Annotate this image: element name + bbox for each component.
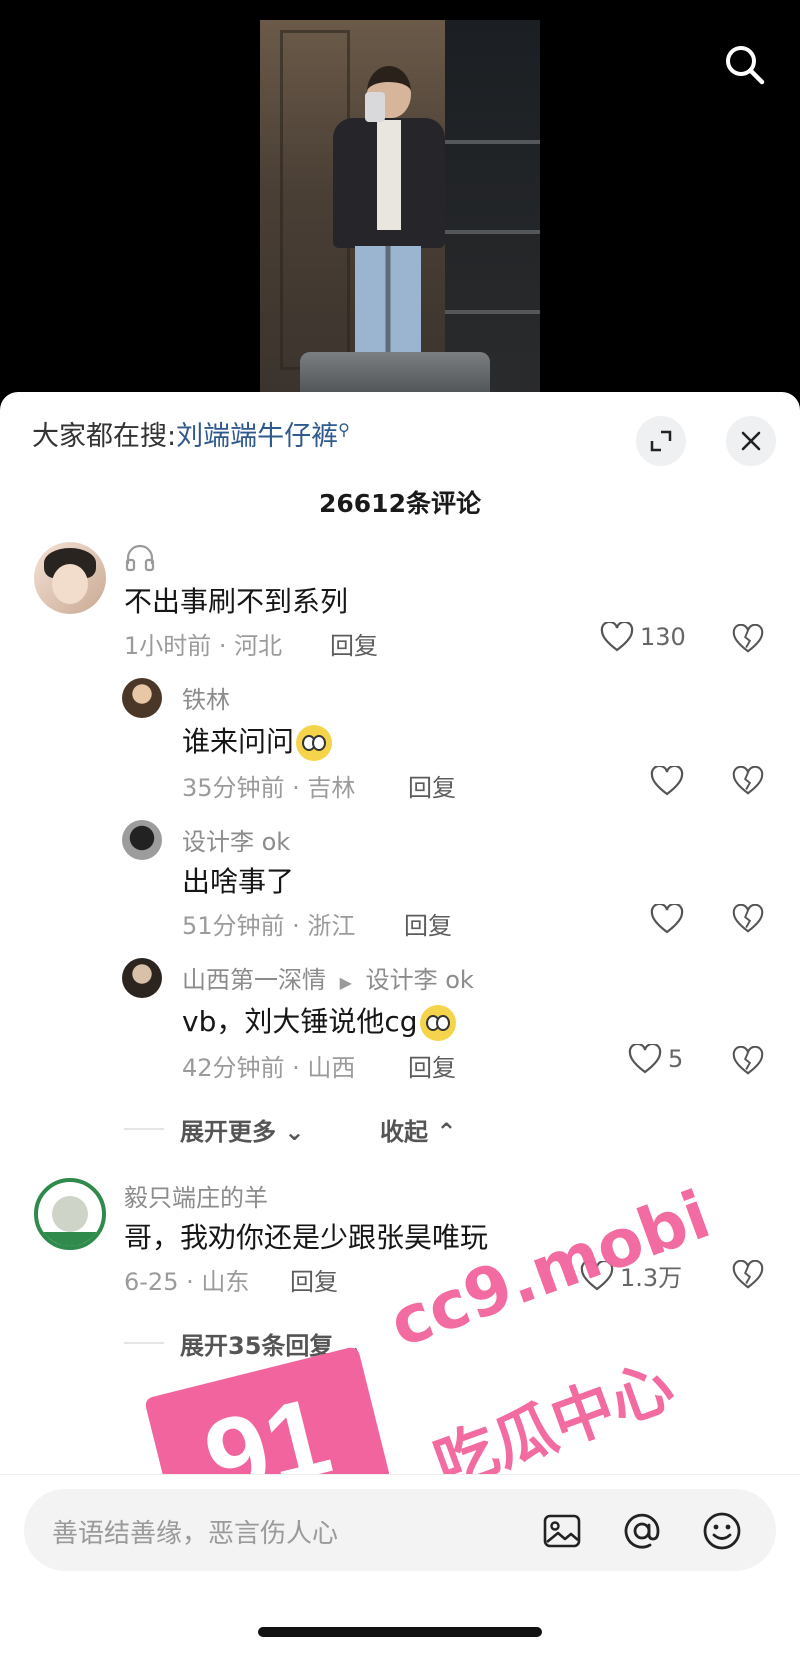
reply-item: 山西第一深情 ▶ 设计李 ok vb，刘大锤说他cg 42分钟前 · 山西 回复… [0, 952, 800, 1092]
reply-text: 出啥事了 [182, 865, 295, 898]
broken-heart-icon[interactable] [732, 1046, 764, 1076]
expand-sheet-button[interactable] [636, 416, 686, 466]
comment-item: 不出事刷不到系列 1小时前 · 河北 回复 130 铁林 谁来问问 35分钟前 … [0, 542, 800, 972]
close-button[interactable] [726, 416, 776, 466]
reply-username[interactable]: 铁林 [182, 680, 230, 715]
avatar[interactable] [122, 958, 162, 998]
comments-sheet: 大家都在搜:刘端端牛仔裤⚲ 26612条评论 不出事刷不到系列 1小时前 · 河… [0, 392, 800, 1657]
input-placeholder: 善语结善缘，恶言伤人心 [52, 1519, 339, 1549]
video-person [325, 58, 455, 368]
pleading-emoji-icon [419, 1005, 456, 1041]
heart-icon[interactable] [650, 904, 684, 934]
video-frame [260, 20, 540, 400]
like-count: 5 [668, 1045, 684, 1073]
trending-keyword[interactable]: 刘端端牛仔裤 [176, 421, 338, 452]
trending-prefix: 大家都在搜: [32, 421, 177, 452]
avatar[interactable] [122, 678, 162, 718]
chevron-up-icon: ⌃ [436, 1118, 457, 1146]
broken-heart-icon[interactable] [732, 766, 764, 796]
heart-icon [580, 1260, 614, 1290]
reply-meta: 35分钟前 · 吉林 [182, 774, 356, 802]
reply-button[interactable]: 回复 [404, 906, 452, 941]
like-count: 1.3万 [620, 1264, 683, 1292]
broken-heart-icon[interactable] [732, 624, 764, 654]
heart-icon[interactable] [650, 766, 684, 796]
reply-button[interactable]: 回复 [290, 1262, 338, 1297]
avatar[interactable] [122, 820, 162, 860]
comment-username[interactable]: 毅只端庄的羊 [124, 1178, 268, 1213]
emoji-icon[interactable] [700, 1509, 744, 1553]
comment-text: 哥，我劝你还是少跟张昊唯玩 [124, 1221, 489, 1254]
expand-more-button[interactable]: 展开更多 ⌄ [180, 1112, 304, 1147]
comment-meta: 1小时前 · 河北 [124, 632, 283, 660]
chevron-down-icon: ⌄ [341, 1332, 362, 1360]
like-count: 130 [640, 623, 686, 651]
broken-heart-icon[interactable] [732, 904, 764, 934]
reply-button[interactable]: 回复 [408, 768, 456, 803]
expand-icon [650, 430, 672, 452]
like-button[interactable]: 130 [600, 622, 686, 652]
reply-meta: 42分钟前 · 山西 [182, 1054, 356, 1082]
reply-button[interactable]: 回复 [330, 626, 378, 661]
image-icon[interactable] [540, 1509, 584, 1553]
comment-item: 毅只端庄的羊 哥，我劝你还是少跟张昊唯玩 6-25 · 山东 回复 1.3万 [0, 1178, 800, 1378]
expand-replies-button[interactable]: 展开35条回复 ⌄ [180, 1326, 362, 1361]
comment-count: 26612条评论 [319, 489, 481, 518]
reply-button[interactable]: 回复 [408, 1048, 456, 1083]
reply-username[interactable]: 设计李 ok [182, 822, 290, 857]
headphones-icon [125, 544, 155, 572]
broken-heart-icon[interactable] [732, 1260, 764, 1290]
chevron-down-icon: ⌄ [284, 1118, 305, 1146]
comment-text: 不出事刷不到系列 [124, 585, 349, 618]
mention-icon[interactable] [620, 1509, 664, 1553]
reply-text: vb，刘大锤说他cg [182, 1000, 456, 1041]
reply-text: 谁来问问 [182, 720, 333, 761]
video-player[interactable] [0, 0, 800, 420]
thinking-emoji-icon [296, 725, 333, 761]
trending-search[interactable]: 大家都在搜:刘端端牛仔裤⚲ [32, 414, 350, 453]
small-search-icon: ⚲ [338, 420, 350, 439]
search-icon[interactable] [722, 42, 766, 86]
heart-icon [600, 622, 634, 652]
collapse-button[interactable]: 收起 ⌃ [380, 1112, 456, 1147]
like-button[interactable]: 1.3万 [580, 1258, 682, 1293]
comment-meta: 6-25 · 山东 [124, 1268, 250, 1296]
close-icon [741, 431, 761, 451]
avatar[interactable] [34, 542, 106, 614]
avatar[interactable] [34, 1178, 106, 1250]
comment-input-bar: 善语结善缘，恶言伤人心 [0, 1474, 800, 1657]
home-indicator [258, 1627, 542, 1637]
reply-meta: 51分钟前 · 浙江 [182, 912, 356, 940]
reply-username: 山西第一深情 ▶ 设计李 ok [182, 966, 474, 994]
comment-input[interactable]: 善语结善缘，恶言伤人心 [24, 1489, 776, 1571]
like-button[interactable]: 5 [628, 1044, 683, 1074]
heart-icon [628, 1044, 662, 1074]
reply-arrow-icon: ▶ [339, 973, 352, 992]
